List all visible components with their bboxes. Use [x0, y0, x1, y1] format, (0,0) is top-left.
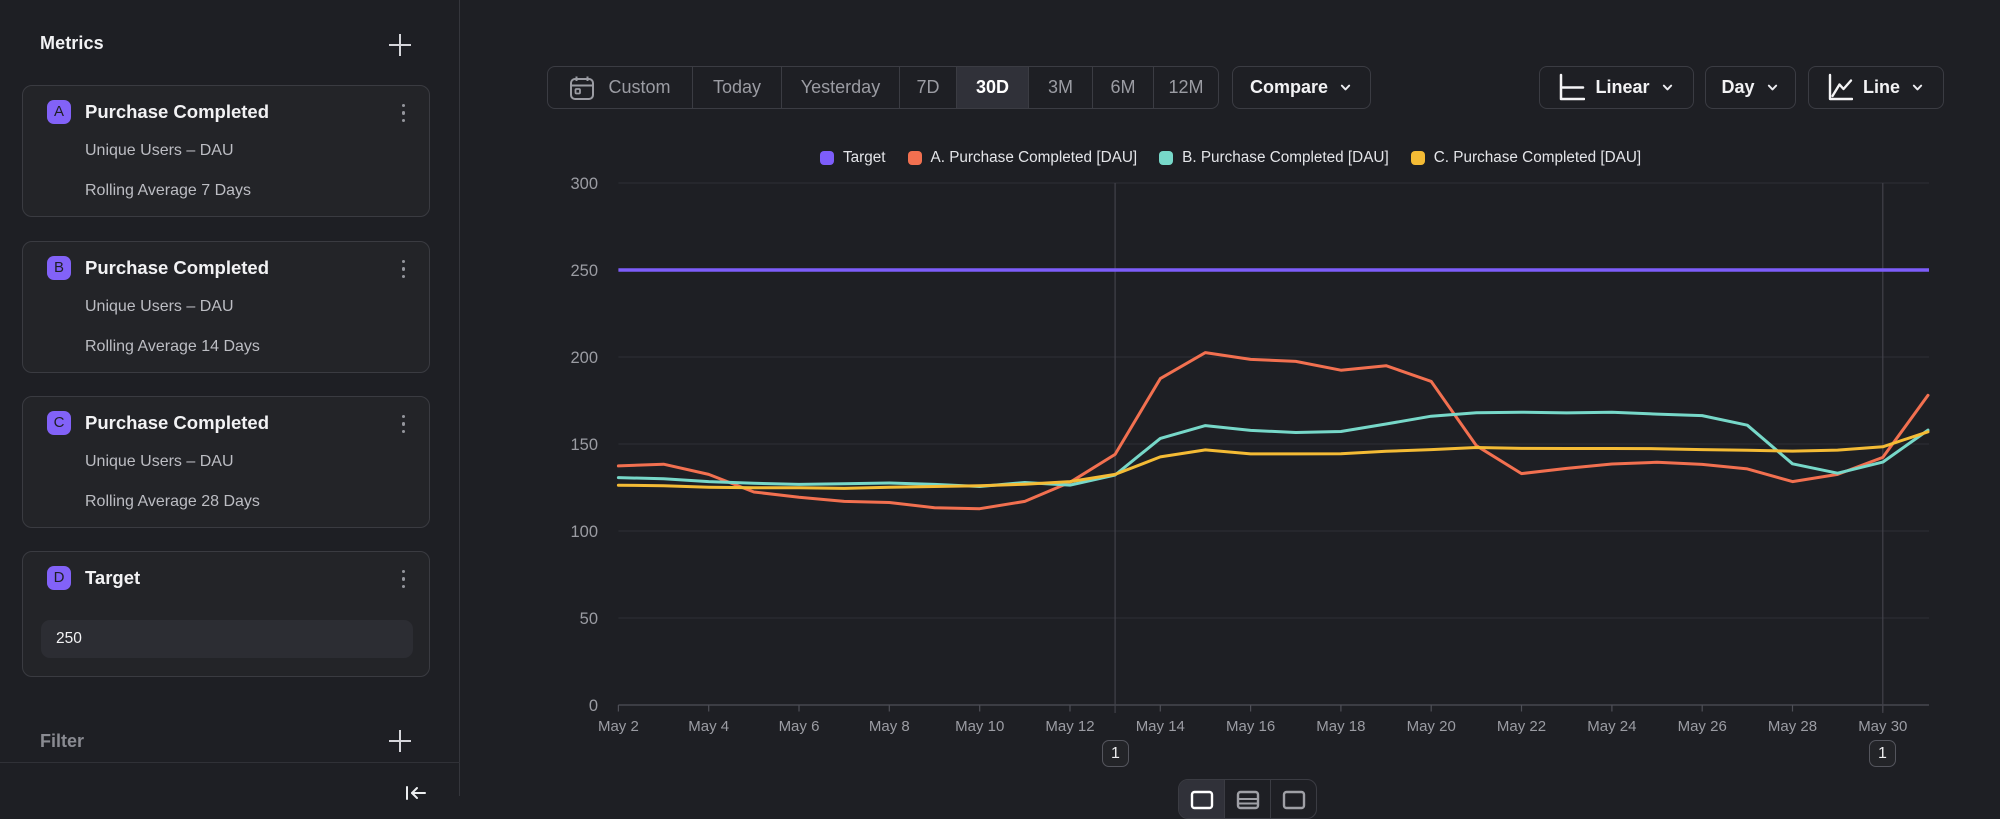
svg-text:May 2: May 2 [598, 718, 639, 735]
svg-text:0: 0 [589, 697, 598, 715]
svg-text:May 26: May 26 [1678, 718, 1727, 735]
svg-text:May 24: May 24 [1587, 718, 1636, 735]
svg-text:May 12: May 12 [1045, 718, 1094, 735]
svg-text:200: 200 [570, 349, 598, 367]
svg-text:150: 150 [570, 436, 598, 454]
svg-text:50: 50 [580, 610, 598, 628]
svg-text:May 16: May 16 [1226, 718, 1275, 735]
svg-text:May 6: May 6 [779, 718, 820, 735]
svg-text:May 20: May 20 [1407, 718, 1456, 735]
svg-text:May 14: May 14 [1136, 718, 1185, 735]
svg-text:100: 100 [570, 523, 598, 541]
svg-text:May 30: May 30 [1858, 718, 1907, 735]
svg-text:250: 250 [570, 262, 598, 280]
svg-text:May 4: May 4 [688, 718, 729, 735]
svg-text:May 28: May 28 [1768, 718, 1817, 735]
svg-text:May 8: May 8 [869, 718, 910, 735]
svg-text:May 18: May 18 [1316, 718, 1365, 735]
svg-text:May 10: May 10 [955, 718, 1004, 735]
svg-text:May 22: May 22 [1497, 718, 1546, 735]
svg-text:300: 300 [570, 175, 598, 193]
